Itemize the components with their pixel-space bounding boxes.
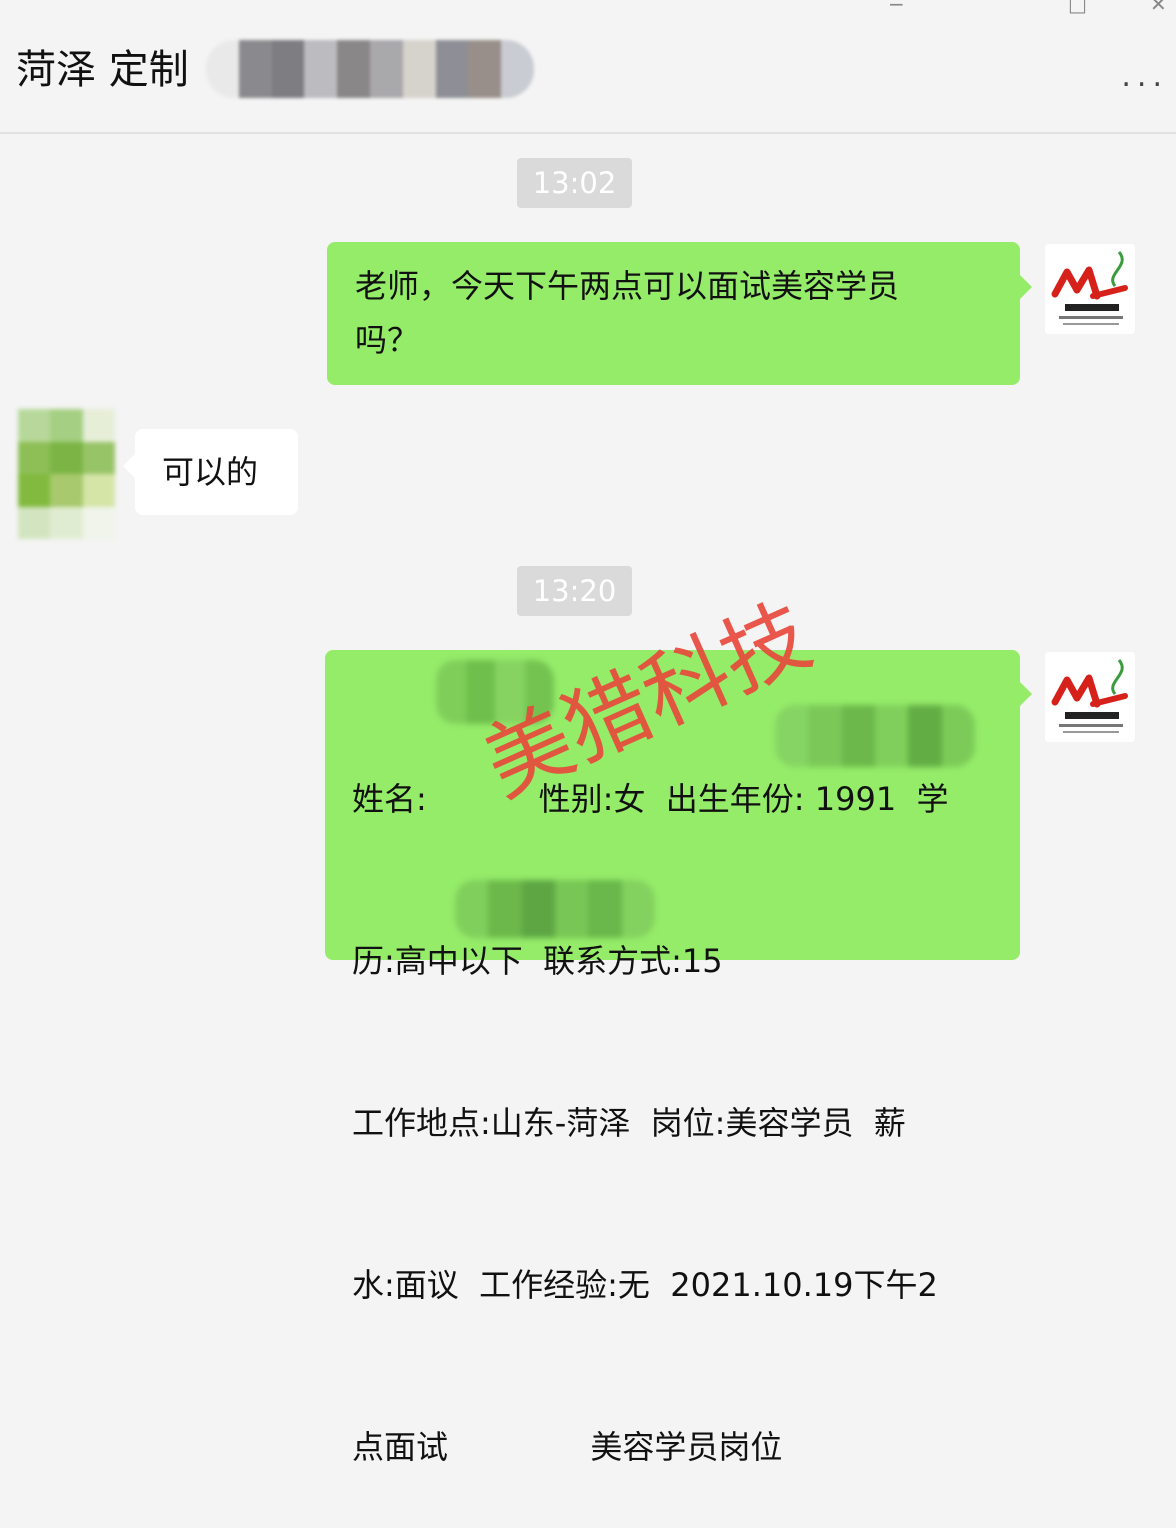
sent-message-bubble[interactable]: 老师，今天下午两点可以面试美容学员 吗？ <box>327 242 1020 385</box>
message-line: 姓名: 性别:女 出生年份: 1991 学 <box>352 780 949 818</box>
message-timestamp: 13:20 <box>517 566 632 616</box>
redacted-detail <box>455 880 655 938</box>
received-message-bubble[interactable]: 可以的 <box>135 429 298 515</box>
redacted-title-part <box>206 40 534 98</box>
close-icon[interactable]: ✕ <box>1150 0 1167 14</box>
more-options-button[interactable]: ... <box>1121 62 1168 92</box>
bubble-tail <box>1020 682 1032 706</box>
minimize-icon[interactable]: − <box>888 0 905 14</box>
bubble-tail <box>123 454 135 478</box>
bubble-tail <box>1020 275 1032 299</box>
message-line: 水:面议 工作经验:无 2021.10.19下午2 <box>352 1266 938 1304</box>
company-logo-icon <box>1051 251 1128 325</box>
self-avatar[interactable] <box>1045 652 1135 742</box>
contact-avatar[interactable] <box>18 409 115 539</box>
company-logo-icon <box>1051 659 1128 733</box>
chat-header: − □ ✕ 菏泽 定制 ... <box>0 0 1176 134</box>
message-line: 点面试 美容学员岗位 <box>352 1428 783 1466</box>
message-line: 工作地点:山东-菏泽 岗位:美容学员 薪 <box>352 1104 906 1142</box>
message-timestamp: 13:02 <box>517 158 632 208</box>
maximize-icon[interactable]: □ <box>1068 0 1087 14</box>
chat-title: 菏泽 定制 <box>16 47 189 93</box>
message-line: 历:高中以下 联系方式:15 <box>352 942 723 980</box>
redacted-phone <box>775 705 975 767</box>
self-avatar[interactable] <box>1045 244 1135 334</box>
